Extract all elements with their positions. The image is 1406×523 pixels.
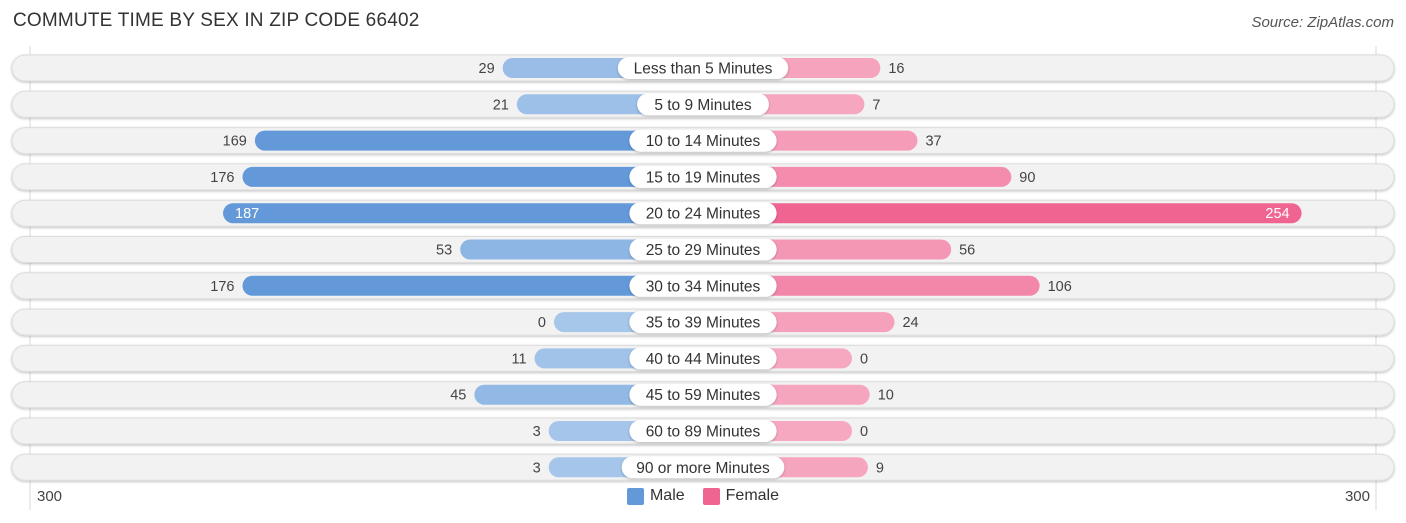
bar-row: 30 to 34 Minutes 176 106 [11,272,1395,300]
value-label-female: 254 [1265,206,1289,222]
bar-row: 15 to 19 Minutes 176 90 [11,163,1395,191]
value-label-male: 187 [235,206,259,222]
legend-swatch-male [626,487,644,505]
value-label-female: 9 [876,460,884,476]
category-label: 35 to 39 Minutes [646,315,761,332]
value-label-male: 0 [538,315,546,331]
value-label-female: 10 [878,388,894,404]
value-label-male: 3 [533,424,541,440]
value-label-male: 45 [450,388,466,404]
value-label-male: 11 [511,351,526,367]
value-label-female: 106 [1048,279,1072,295]
category-label: 15 to 19 Minutes [646,169,761,186]
category-label: 20 to 24 Minutes [646,206,761,223]
legend-swatch-female [702,487,720,505]
category-label: 60 to 89 Minutes [646,424,761,441]
category-label: 30 to 34 Minutes [646,278,761,295]
legend-label-female: Female [725,487,780,504]
value-label-male: 176 [210,279,234,295]
value-label-female: 7 [872,97,880,113]
bar-row: 25 to 29 Minutes 53 56 [11,236,1395,263]
category-label: 10 to 14 Minutes [646,133,761,150]
category-label: 45 to 59 Minutes [646,387,761,404]
value-label-female: 56 [959,243,975,259]
value-label-male: 3 [533,460,541,476]
bar-row: 60 to 89 Minutes 3 0 [11,417,1395,445]
bar-row: 45 to 59 Minutes 45 10 [11,381,1395,409]
value-label-male: 21 [493,97,509,113]
legend: Male Female [0,487,1406,505]
value-label-male: 29 [479,61,495,77]
bar-row: Less than 5 Minutes 29 16 [11,54,1395,82]
category-label: 5 to 9 Minutes [654,97,752,114]
value-label-female: 37 [925,134,941,150]
bar-row: 40 to 44 Minutes 11 0 [11,344,1395,372]
category-label: Less than 5 Minutes [634,61,773,78]
bar-row: 10 to 14 Minutes 169 37 [11,127,1395,155]
value-label-female: 0 [860,424,868,440]
bar-female [703,203,1302,224]
category-label: 40 to 44 Minutes [646,351,761,368]
bar-row: 20 to 24 Minutes 187 254 [11,199,1395,227]
legend-label-male: Male [649,487,685,504]
legend-item-female[interactable]: Female [702,487,780,505]
category-label: 25 to 29 Minutes [646,242,761,259]
value-label-male: 169 [223,134,247,150]
bar-row: 90 or more Minutes 3 9 [11,453,1395,481]
bar-rows: Less than 5 Minutes 29 16 5 to 9 Minutes 21 7… [11,54,1395,481]
legend-item-male[interactable]: Male [626,487,685,505]
value-label-male: 53 [436,243,452,259]
chart-canvas: Less than 5 Minutes 29 16 5 to 9 Minutes 21 7… [11,46,1395,510]
category-label: 90 or more Minutes [636,460,770,477]
value-label-female: 90 [1019,170,1035,186]
value-label-male: 176 [210,170,234,186]
bar-row: 35 to 39 Minutes 0 24 [11,308,1395,336]
bar-row: 5 to 9 Minutes 21 7 [11,90,1395,118]
value-label-female: 0 [860,351,868,367]
value-label-female: 24 [902,315,918,331]
value-label-female: 16 [888,61,904,77]
